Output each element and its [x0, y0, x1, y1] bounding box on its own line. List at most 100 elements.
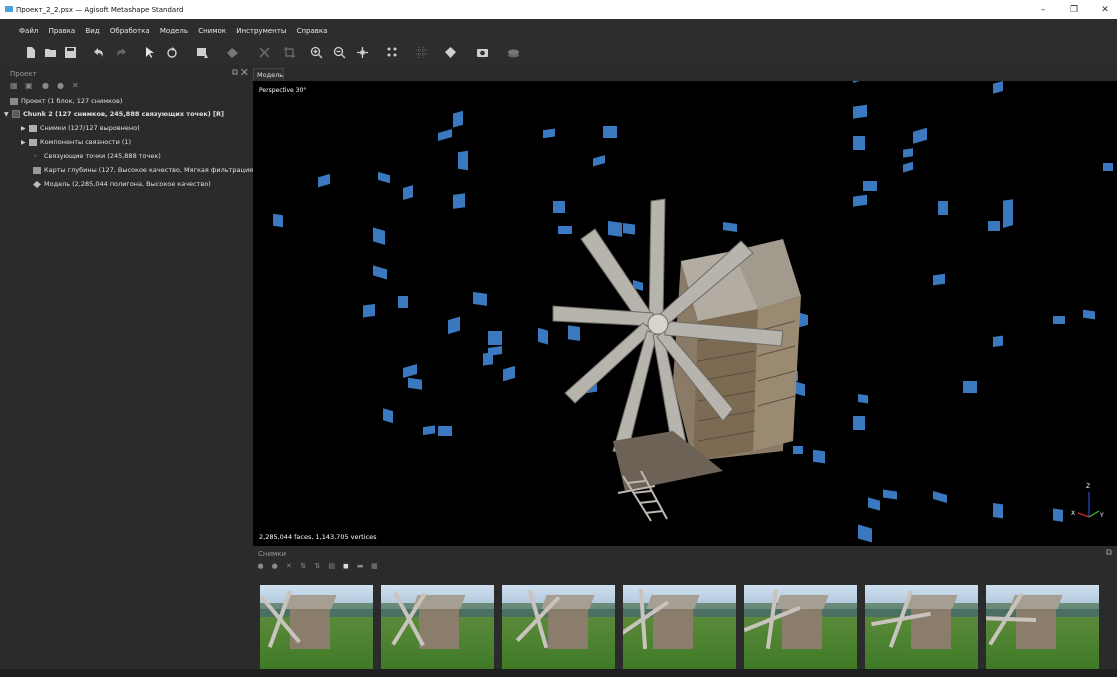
- camera-marker[interactable]: [503, 365, 515, 382]
- photo-thumbnail[interactable]: [986, 585, 1099, 669]
- menu-help[interactable]: Справка: [297, 27, 328, 35]
- add-chunk-icon[interactable]: ▦: [10, 82, 18, 90]
- camera-marker[interactable]: [398, 296, 408, 308]
- menu-edit[interactable]: Правка: [49, 27, 76, 35]
- model-view-icon[interactable]: [444, 46, 457, 59]
- camera-marker[interactable]: [1103, 163, 1113, 171]
- layers-icon[interactable]: [507, 46, 520, 59]
- camera-marker[interactable]: [378, 171, 390, 184]
- camera-marker[interactable]: [793, 446, 803, 454]
- float-panel-icon[interactable]: ⧉: [232, 68, 238, 78]
- photo-thumbnail[interactable]: [260, 585, 373, 669]
- redo-icon[interactable]: [115, 46, 128, 59]
- tree-item-tie-points[interactable]: ⁘ Связующие точки (245,888 точек): [33, 152, 161, 163]
- camera-marker[interactable]: [373, 265, 387, 280]
- camera-marker[interactable]: [608, 220, 622, 237]
- photo-thumbnail[interactable]: [744, 585, 857, 669]
- photo-thumbnail[interactable]: [623, 585, 736, 669]
- camera-marker[interactable]: [993, 335, 1003, 347]
- camera-marker[interactable]: [858, 524, 872, 543]
- camera-marker[interactable]: [623, 223, 635, 235]
- move-icon[interactable]: [356, 46, 369, 59]
- camera-marker[interactable]: [853, 416, 865, 430]
- camera-marker[interactable]: [483, 352, 493, 366]
- shape-icon[interactable]: [226, 46, 239, 59]
- camera-marker[interactable]: [403, 185, 413, 200]
- camera-marker[interactable]: [723, 222, 737, 233]
- open-icon[interactable]: [44, 46, 57, 59]
- rotate-right-icon[interactable]: ⇅: [313, 562, 322, 571]
- tree-item-model[interactable]: Модель (2,285,044 полигона, Высокое каче…: [33, 180, 211, 191]
- tree-item-depth-maps[interactable]: Карты глубины (127, Высокое качество, Мя…: [33, 166, 256, 177]
- camera-marker[interactable]: [853, 104, 867, 119]
- mask-icon[interactable]: ▤: [327, 562, 336, 571]
- delete-icon[interactable]: [258, 46, 271, 59]
- disable-icon[interactable]: ●: [57, 82, 65, 90]
- camera-marker[interactable]: [593, 155, 605, 167]
- expand-arrow-icon[interactable]: ▶: [21, 125, 27, 132]
- camera-marker[interactable]: [383, 408, 393, 424]
- camera-marker[interactable]: [858, 394, 868, 404]
- zoom-out-icon[interactable]: [333, 46, 346, 59]
- rotate-left-icon[interactable]: ⇅: [299, 562, 308, 571]
- camera-marker[interactable]: [853, 136, 865, 150]
- camera-marker[interactable]: [988, 221, 1000, 231]
- camera-marker[interactable]: [913, 127, 927, 144]
- scene-canvas[interactable]: Z X Y: [253, 81, 1117, 546]
- camera-marker[interactable]: [363, 303, 375, 318]
- camera-marker[interactable]: [403, 363, 417, 378]
- minimize-button[interactable]: –: [1037, 4, 1049, 16]
- camera-marker[interactable]: [903, 161, 913, 173]
- camera-marker[interactable]: [933, 490, 947, 504]
- camera-marker[interactable]: [853, 194, 867, 207]
- crop-icon[interactable]: [283, 46, 296, 59]
- remove-icon[interactable]: ✕: [284, 562, 293, 571]
- camera-marker[interactable]: [473, 291, 487, 306]
- photo-thumbnail[interactable]: [381, 585, 494, 669]
- camera-icon[interactable]: [476, 46, 489, 59]
- camera-marker[interactable]: [438, 128, 452, 141]
- camera-marker[interactable]: [373, 227, 385, 245]
- camera-marker[interactable]: [868, 497, 880, 511]
- filter-icon[interactable]: ◼: [341, 562, 350, 571]
- camera-marker[interactable]: [543, 128, 555, 139]
- close-panel-icon[interactable]: ✕: [240, 66, 249, 79]
- camera-marker[interactable]: [408, 377, 422, 390]
- tab-model[interactable]: Модель: [253, 68, 284, 81]
- tree-item-photos[interactable]: ▶ Снимки (127/127 выровнено): [21, 124, 140, 135]
- menu-view[interactable]: Вид: [85, 27, 99, 35]
- camera-marker[interactable]: [1053, 316, 1065, 324]
- camera-marker[interactable]: [813, 449, 825, 464]
- camera-marker[interactable]: [603, 126, 617, 138]
- close-button[interactable]: ✕: [1099, 4, 1111, 16]
- camera-marker[interactable]: [453, 193, 465, 209]
- enable-icon[interactable]: ●: [42, 82, 50, 90]
- camera-marker[interactable]: [568, 325, 580, 341]
- photo-thumbnail[interactable]: [502, 585, 615, 669]
- new-icon[interactable]: [24, 46, 37, 59]
- camera-marker[interactable]: [853, 81, 867, 83]
- tree-item-components[interactable]: ▶ Компоненты связности (1): [21, 138, 131, 149]
- camera-marker[interactable]: [538, 327, 548, 345]
- camera-marker[interactable]: [438, 426, 452, 436]
- camera-marker[interactable]: [273, 213, 283, 228]
- camera-marker[interactable]: [558, 226, 572, 234]
- float-panel-icon[interactable]: ⧉: [1106, 548, 1112, 558]
- expand-arrow-icon[interactable]: ▶: [21, 139, 27, 146]
- camera-marker[interactable]: [1083, 309, 1095, 320]
- camera-marker[interactable]: [933, 273, 945, 286]
- camera-marker[interactable]: [1053, 508, 1063, 522]
- menu-photo[interactable]: Снимок: [198, 27, 226, 35]
- camera-marker[interactable]: [553, 201, 565, 213]
- add-photos-icon[interactable]: ▣: [25, 82, 33, 90]
- expand-arrow-icon[interactable]: ▼: [4, 111, 10, 118]
- enable-icon[interactable]: ●: [256, 562, 265, 571]
- camera-marker[interactable]: [488, 331, 502, 345]
- camera-marker[interactable]: [423, 425, 435, 436]
- camera-marker[interactable]: [938, 201, 948, 215]
- camera-marker[interactable]: [863, 181, 877, 191]
- menu-workflow[interactable]: Обработка: [110, 27, 150, 35]
- camera-marker[interactable]: [318, 173, 330, 188]
- remove-icon[interactable]: ✕: [72, 82, 80, 90]
- tree-item-project[interactable]: Проект (1 блок, 127 снимков): [10, 97, 122, 108]
